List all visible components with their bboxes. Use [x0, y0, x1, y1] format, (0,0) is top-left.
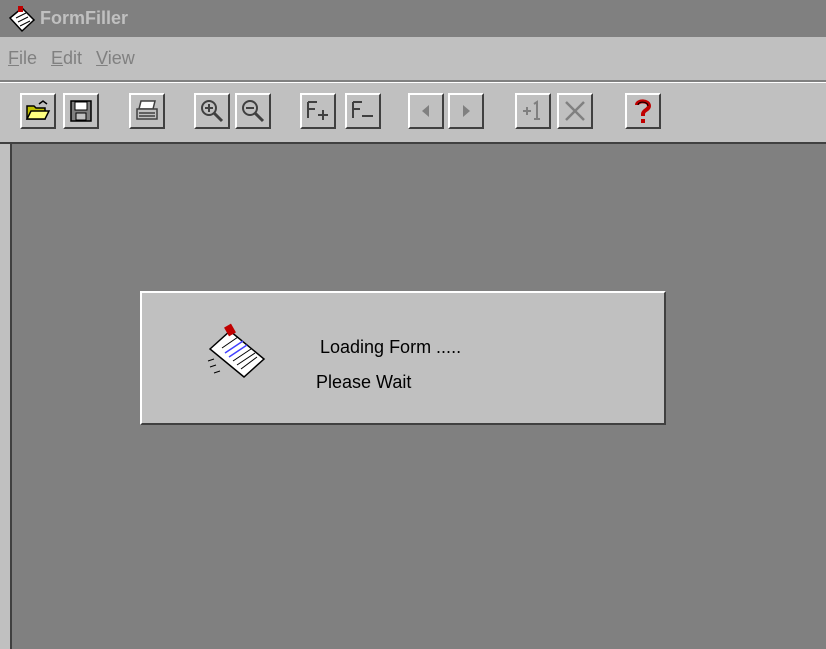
menu-bar: File Edit View — [0, 37, 826, 80]
zoom-out-button[interactable] — [235, 93, 271, 129]
menu-edit-mnemonic: E — [51, 48, 64, 68]
toolbar — [0, 83, 826, 139]
help-question-icon — [635, 99, 652, 123]
field-remove-icon — [352, 101, 373, 118]
next-arrow-icon — [463, 105, 470, 117]
please-wait-message: Please Wait — [316, 372, 412, 392]
window-title: FormFiller — [40, 8, 129, 28]
save-disk-icon — [70, 100, 92, 122]
menu-file[interactable]: File — [8, 48, 37, 69]
menu-view[interactable]: View — [96, 48, 135, 69]
zoom-in-button[interactable] — [194, 93, 230, 129]
delete-button[interactable] — [557, 93, 593, 129]
print-button[interactable] — [129, 93, 165, 129]
open-button[interactable] — [20, 93, 56, 129]
field-remove-button[interactable] — [345, 93, 381, 129]
next-button[interactable] — [448, 93, 484, 129]
title-bar[interactable]: FormFiller — [0, 0, 826, 37]
formfiller-window: FormFiller File Edit View Loading Form .… — [0, 0, 826, 649]
menu-edit[interactable]: Edit — [51, 48, 82, 69]
field-add-icon — [307, 101, 328, 120]
zoom-in-icon — [201, 100, 224, 123]
delete-x-icon — [565, 101, 585, 121]
add-page-button[interactable] — [515, 93, 551, 129]
loading-message: Loading Form ..... — [320, 337, 462, 357]
help-button[interactable] — [625, 93, 661, 129]
menu-file-label-rest: ile — [19, 48, 38, 68]
loading-dialog: Loading Form ..... Please Wait — [140, 291, 666, 425]
document-frame-edge — [0, 144, 12, 649]
field-add-button[interactable] — [300, 93, 336, 129]
zoom-out-icon — [242, 100, 265, 123]
previous-arrow-icon — [422, 105, 429, 117]
save-button[interactable] — [63, 93, 99, 129]
menu-edit-label-rest: dit — [63, 48, 83, 68]
add-page-icon — [523, 100, 540, 120]
menu-view-label-rest: iew — [107, 48, 135, 68]
form-document-icon — [207, 323, 266, 378]
formfiller-app-icon — [8, 5, 36, 32]
menu-file-mnemonic: F — [8, 48, 19, 68]
previous-button[interactable] — [408, 93, 444, 129]
menu-view-mnemonic: V — [96, 48, 108, 68]
open-folder-icon — [25, 100, 51, 120]
print-icon — [136, 100, 158, 120]
